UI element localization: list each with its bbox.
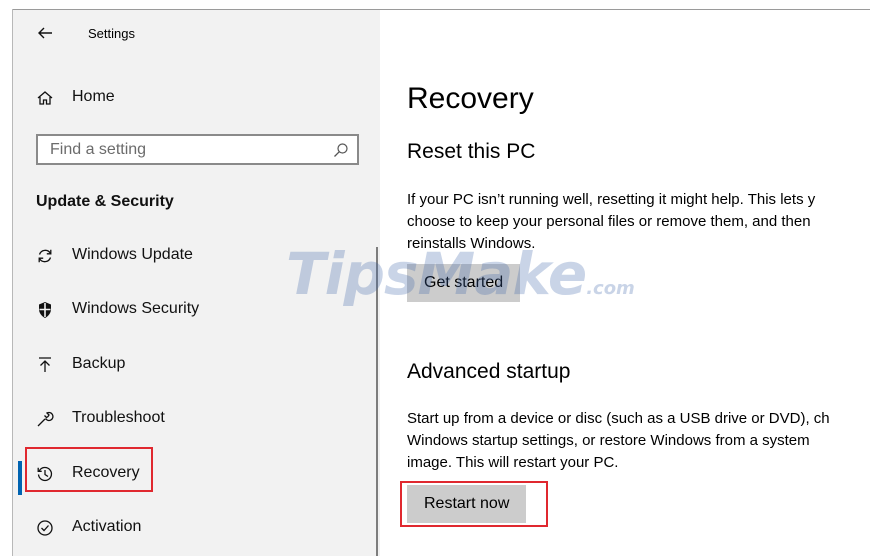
search-input[interactable]: Find a setting	[36, 134, 359, 165]
advanced-startup-heading: Advanced startup	[407, 360, 571, 383]
sidebar-item-backup[interactable]: Backup	[13, 345, 380, 385]
advanced-line: image. This will restart your PC.	[407, 454, 619, 471]
home-icon	[35, 88, 55, 108]
app-title: Settings	[88, 26, 135, 41]
back-arrow-icon[interactable]	[35, 23, 55, 43]
sidebar-item-label: Backup	[72, 355, 126, 372]
wrench-icon	[35, 409, 55, 429]
check-circle-icon	[35, 518, 55, 538]
search-placeholder: Find a setting	[50, 141, 147, 158]
search-icon[interactable]	[333, 142, 349, 158]
sidebar-item-troubleshoot[interactable]: Troubleshoot	[13, 399, 380, 439]
section-title: Update & Security	[36, 193, 174, 210]
watermark-logo: TipsMake.com	[286, 240, 635, 308]
sync-icon	[35, 246, 55, 266]
sidebar-item-label: Windows Update	[72, 246, 193, 263]
restart-highlight-box	[400, 481, 548, 527]
watermark-text: TipsMake	[286, 240, 587, 308]
page-title: Recovery	[407, 82, 534, 115]
sidebar-item-label: Troubleshoot	[72, 409, 165, 426]
reset-line: choose to keep your personal files or re…	[407, 213, 811, 230]
advanced-line: Start up from a device or disc (such as …	[407, 410, 830, 427]
advanced-startup-description: Start up from a device or disc (such as …	[407, 408, 870, 474]
sidebar-item-label: Home	[72, 88, 115, 105]
reset-line: If your PC isn’t running well, resetting…	[407, 191, 816, 208]
advanced-line: Windows startup settings, or restore Win…	[407, 432, 810, 449]
reset-heading: Reset this PC	[407, 140, 536, 163]
recovery-highlight-box	[25, 447, 153, 492]
watermark-suffix: .com	[586, 278, 635, 299]
title-bar: Settings	[13, 10, 380, 58]
selected-indicator	[18, 461, 22, 495]
sidebar-item-home[interactable]: Home	[13, 78, 380, 118]
upload-arrow-icon	[35, 355, 55, 375]
sidebar-item-label: Activation	[72, 518, 142, 535]
shield-icon	[35, 300, 55, 320]
sidebar-item-label: Windows Security	[72, 300, 200, 317]
sidebar-item-activation[interactable]: Activation	[13, 508, 380, 548]
